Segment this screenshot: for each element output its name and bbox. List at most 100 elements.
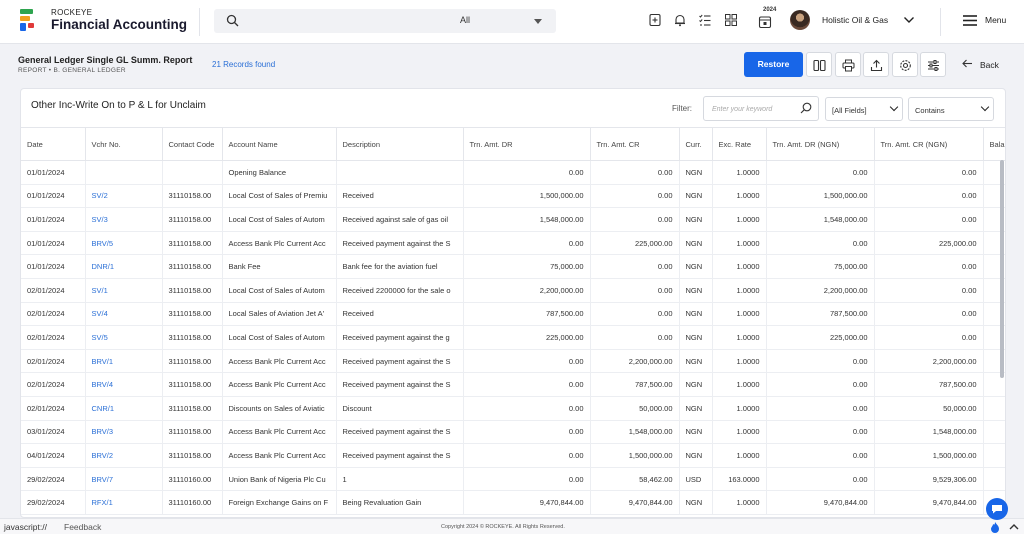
table-row[interactable]: 02/01/2024 SV/1 31110158.00 Local Cost of S… bbox=[21, 278, 1005, 303]
voucher-link[interactable]: SV/5 bbox=[85, 325, 163, 350]
bookmark-add-icon[interactable] bbox=[648, 13, 662, 27]
divider bbox=[199, 8, 200, 36]
table-cell: 1,548,000.00 bbox=[463, 207, 591, 232]
feedback-link[interactable]: Feedback bbox=[64, 522, 101, 532]
table-header-row: Date Vchr No. Contact Code Account Name … bbox=[21, 127, 1005, 161]
table-cell: 0.00 bbox=[874, 184, 984, 209]
table-cell: NGN bbox=[679, 207, 713, 232]
voucher-link[interactable]: SV/3 bbox=[85, 207, 163, 232]
table-cell: 1,500,000.00 bbox=[463, 184, 591, 209]
voucher-link[interactable]: BRV/4 bbox=[85, 372, 163, 397]
table-row[interactable]: 04/01/2024 BRV/2 31110158.00 Access Bank Pl… bbox=[21, 443, 1005, 468]
table-cell: 1,548,000.00 bbox=[590, 420, 680, 445]
chevron-down-icon[interactable] bbox=[903, 15, 915, 25]
table-cell: 0.00 bbox=[766, 231, 875, 256]
voucher-link[interactable]: BRV/3 bbox=[85, 420, 163, 445]
table-cell: 02/01/2024 bbox=[21, 302, 86, 327]
table-row[interactable]: 29/02/2024 BRV/7 31110160.00 Union Bank of … bbox=[21, 467, 1005, 492]
search-icon[interactable] bbox=[800, 102, 812, 114]
column-header-amt-cr[interactable]: Trn. Amt. CR bbox=[590, 127, 680, 161]
column-header-amt-cr-ngn[interactable]: Trn. Amt. CR (NGN) bbox=[874, 127, 984, 161]
column-header-currency[interactable]: Curr. bbox=[679, 127, 713, 161]
table-cell: 1.0000 bbox=[712, 254, 767, 279]
calendar-icon[interactable] bbox=[758, 15, 772, 29]
voucher-link[interactable] bbox=[85, 160, 163, 185]
table-cell: 0.00 bbox=[766, 396, 875, 421]
back-button[interactable]: Back bbox=[962, 59, 999, 70]
voucher-link[interactable]: BRV/2 bbox=[85, 443, 163, 468]
table-cell: 50,000.00 bbox=[590, 396, 680, 421]
table-row[interactable]: 01/01/2024 Opening Balance 0.00 0.00 NGN 1.00… bbox=[21, 160, 1005, 185]
back-label[interactable]: Back bbox=[980, 60, 999, 70]
column-toggle-button[interactable] bbox=[806, 52, 832, 77]
table-cell: Access Bank Plc Current Acc bbox=[222, 349, 337, 374]
voucher-link[interactable]: SV/1 bbox=[85, 278, 163, 303]
field-select[interactable]: [All Fields] bbox=[825, 97, 903, 121]
table-row[interactable]: 02/01/2024 BRV/1 31110158.00 Access Bank Pl… bbox=[21, 349, 1005, 374]
search-scope-select[interactable]: All bbox=[460, 15, 470, 25]
export-button[interactable] bbox=[863, 52, 889, 77]
voucher-link[interactable]: DNR/1 bbox=[85, 254, 163, 279]
table-scrollbar[interactable] bbox=[1000, 160, 1004, 378]
arrow-left-icon bbox=[962, 59, 972, 68]
voucher-link[interactable]: BRV/1 bbox=[85, 349, 163, 374]
table-cell: Received 2200000 for the sale o bbox=[336, 278, 464, 303]
voucher-link[interactable]: SV/2 bbox=[85, 184, 163, 209]
filter-settings-button[interactable] bbox=[920, 52, 946, 77]
table-cell: 0.00 bbox=[590, 325, 680, 350]
menu-button[interactable]: Menu bbox=[985, 15, 1006, 25]
table-row[interactable]: 29/02/2024 RFX/1 31110160.00 Foreign Exchan… bbox=[21, 490, 1005, 515]
filter-keyword-input[interactable]: Enter your keyword bbox=[703, 96, 819, 121]
table-row[interactable]: 01/01/2024 SV/2 31110158.00 Local Cost of S… bbox=[21, 184, 1005, 209]
voucher-link[interactable]: SV/4 bbox=[85, 302, 163, 327]
table-row[interactable]: 02/01/2024 BRV/4 31110158.00 Access Bank Pl… bbox=[21, 372, 1005, 397]
table-row[interactable]: 01/01/2024 BRV/5 31110158.00 Access Bank Pl… bbox=[21, 231, 1005, 256]
table-row[interactable]: 03/01/2024 BRV/3 31110158.00 Access Bank Pl… bbox=[21, 420, 1005, 445]
app-name: Financial Accounting bbox=[51, 17, 188, 32]
chevron-down-icon[interactable] bbox=[534, 19, 542, 24]
column-header-balance[interactable]: Balar bbox=[983, 127, 1005, 161]
column-header-amt-dr[interactable]: Trn. Amt. DR bbox=[463, 127, 591, 161]
chevron-up-icon[interactable] bbox=[1009, 523, 1019, 532]
table-cell bbox=[983, 420, 1005, 445]
column-header-account-name[interactable]: Account Name bbox=[222, 127, 337, 161]
column-header-exchange-rate[interactable]: Exc. Rate bbox=[712, 127, 767, 161]
table-cell: NGN bbox=[679, 160, 713, 185]
settings-button[interactable] bbox=[892, 52, 918, 77]
company-selector[interactable]: Holistic Oil & Gas bbox=[822, 15, 888, 25]
voucher-link[interactable]: CNR/1 bbox=[85, 396, 163, 421]
table-cell: 1.0000 bbox=[712, 420, 767, 445]
table-row[interactable]: 01/01/2024 SV/3 31110158.00 Local Cost of S… bbox=[21, 207, 1005, 232]
table-row[interactable]: 01/01/2024 DNR/1 31110158.00 Bank Fee Bank f… bbox=[21, 254, 1005, 279]
apps-grid-icon[interactable] bbox=[724, 13, 738, 27]
match-select[interactable]: Contains bbox=[908, 97, 994, 121]
column-header-contact-code[interactable]: Contact Code bbox=[162, 127, 223, 161]
bell-icon[interactable] bbox=[673, 13, 687, 27]
table-cell: 0.00 bbox=[874, 160, 984, 185]
column-header-date[interactable]: Date bbox=[21, 127, 86, 161]
table-cell: 1,548,000.00 bbox=[766, 207, 875, 232]
table-row[interactable]: 02/01/2024 SV/5 31110158.00 Local Cost of S… bbox=[21, 325, 1005, 350]
flame-icon bbox=[991, 522, 999, 533]
restore-button[interactable]: Restore bbox=[744, 52, 803, 77]
table-cell: 1.0000 bbox=[712, 184, 767, 209]
voucher-link[interactable]: BRV/5 bbox=[85, 231, 163, 256]
table-row[interactable]: 02/01/2024 SV/4 31110158.00 Local Sales of … bbox=[21, 302, 1005, 327]
task-list-icon[interactable] bbox=[698, 13, 712, 27]
hamburger-menu-icon[interactable] bbox=[963, 15, 977, 26]
global-search[interactable]: All bbox=[214, 9, 556, 33]
chat-support-button[interactable] bbox=[986, 498, 1008, 520]
table-row[interactable]: 02/01/2024 CNR/1 31110158.00 Discounts on S… bbox=[21, 396, 1005, 421]
table-cell: 31110158.00 bbox=[162, 396, 223, 421]
print-button[interactable] bbox=[835, 52, 861, 77]
report-card: Other Inc-Write On to P & L for Unclaim … bbox=[20, 88, 1006, 518]
table-cell: NGN bbox=[679, 254, 713, 279]
column-header-voucher[interactable]: Vchr No. bbox=[85, 127, 163, 161]
records-count: 21 Records found bbox=[212, 60, 276, 69]
column-header-amt-dr-ngn[interactable]: Trn. Amt. DR (NGN) bbox=[766, 127, 875, 161]
voucher-link[interactable]: BRV/7 bbox=[85, 467, 163, 492]
user-avatar[interactable] bbox=[790, 10, 810, 30]
voucher-link[interactable]: RFX/1 bbox=[85, 490, 163, 515]
top-bar: ROCKEYE Financial Accounting All 2024 Ho… bbox=[0, 0, 1024, 44]
column-header-description[interactable]: Description bbox=[336, 127, 464, 161]
